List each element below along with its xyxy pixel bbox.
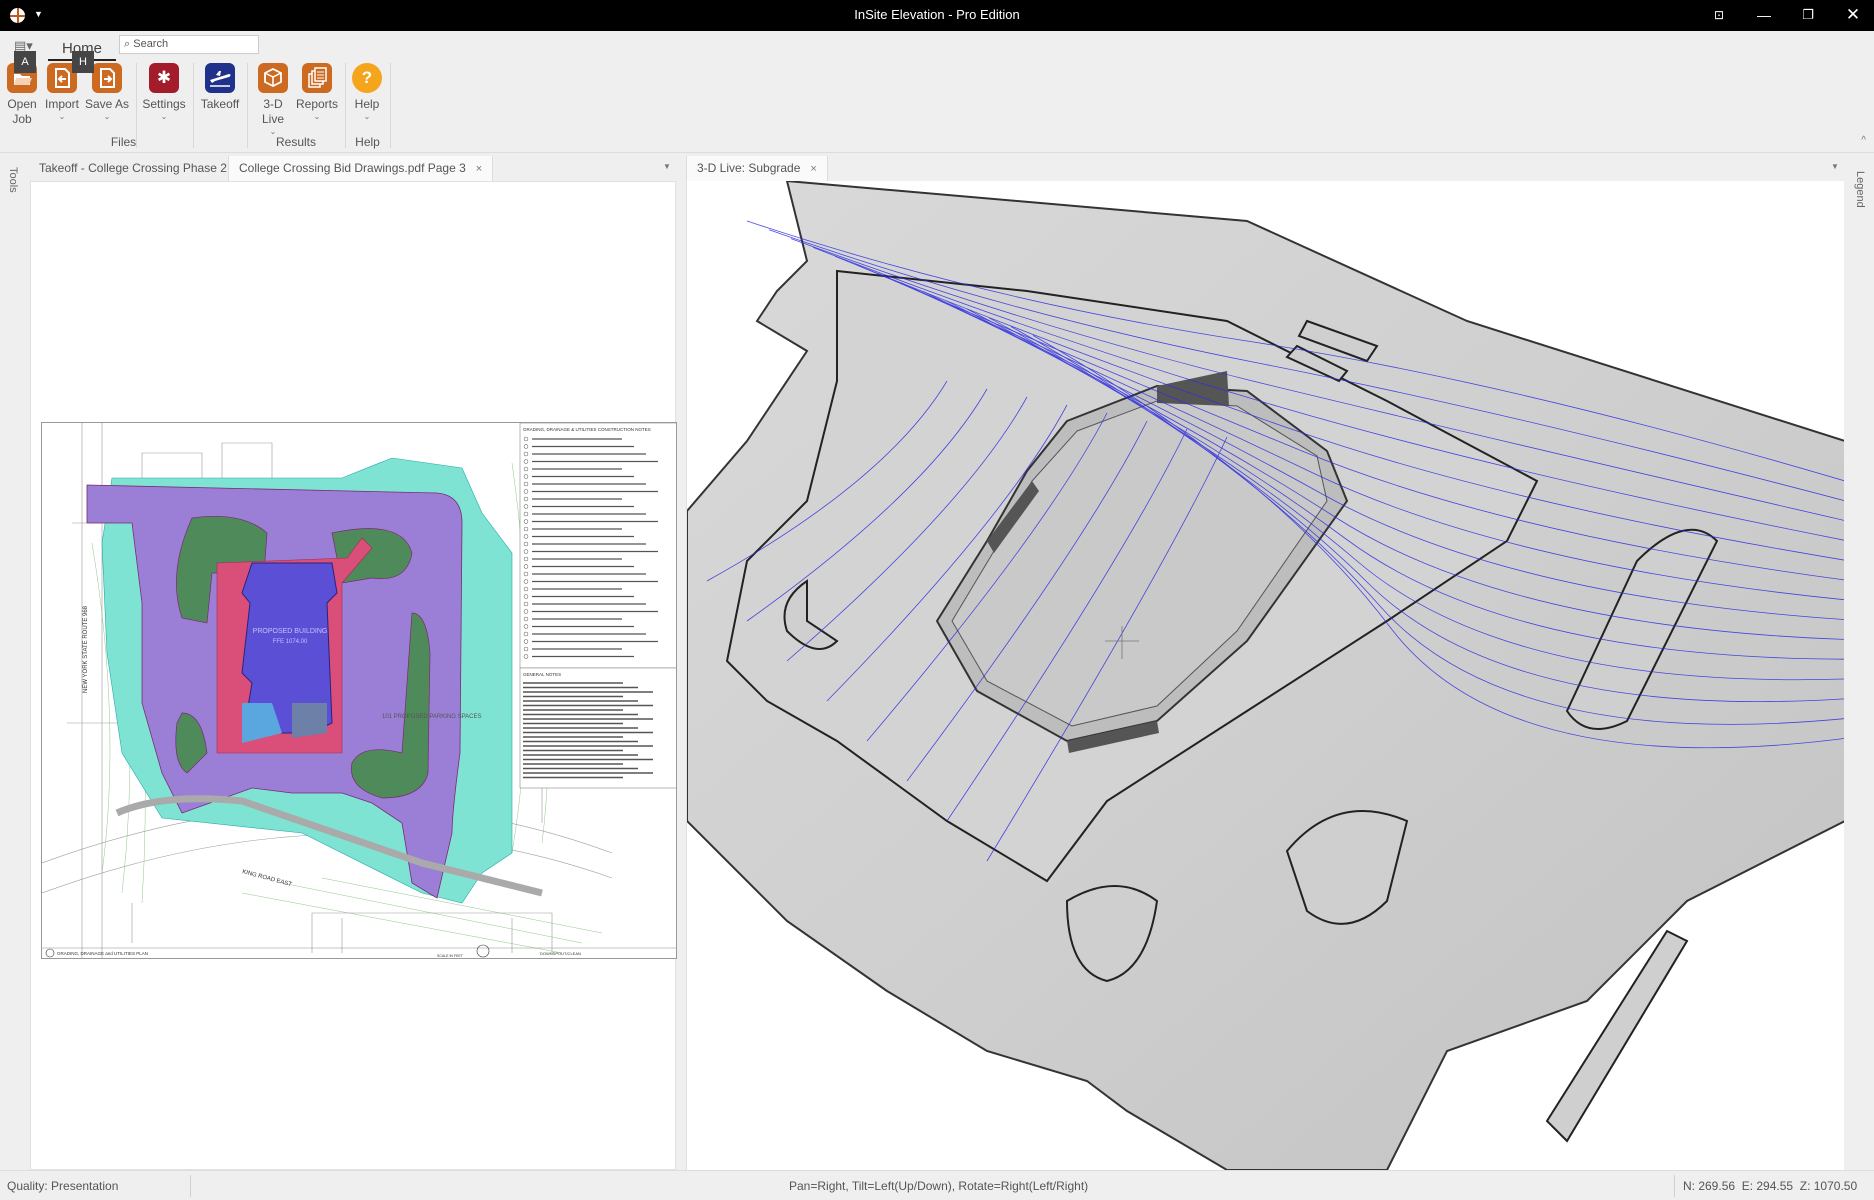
help-label: Help bbox=[354, 97, 380, 111]
3d-viewport[interactable] bbox=[686, 181, 1844, 1170]
document-pane: Takeoff - College Crossing Phase 2 Colle… bbox=[28, 153, 678, 1170]
building-ffe-label: FFE 1074.00 bbox=[273, 639, 308, 645]
quality-status: Quality: Presentation bbox=[7, 1179, 119, 1193]
reports-label: Reports bbox=[295, 97, 339, 111]
group-label-help: Help bbox=[355, 135, 380, 149]
3d-live-label-2: Live bbox=[261, 112, 284, 126]
tools-side-tab[interactable]: Tools bbox=[7, 167, 19, 193]
help-icon: ? bbox=[352, 63, 382, 93]
group-label-files: Files bbox=[110, 135, 137, 149]
parking-label: 101 PROPOSED PARKING SPACES bbox=[382, 714, 481, 720]
route-label: NEW YORK STATE ROUTE 968 bbox=[83, 605, 89, 693]
takeoff-button[interactable]: Takeoff bbox=[195, 63, 245, 112]
3d-live-button[interactable]: 3-D Live ⌄ bbox=[248, 63, 298, 137]
tab-bid-drawings-label: College Crossing Bid Drawings.pdf Page 3 bbox=[239, 161, 466, 175]
3d-view-pane: 3-D Live: Subgrade × ▼ bbox=[684, 153, 1844, 1170]
gear-icon: ✱ bbox=[149, 63, 179, 93]
close-button[interactable]: ✕ bbox=[1838, 4, 1868, 26]
takeoff-label: Takeoff bbox=[200, 97, 240, 111]
close-tab-icon[interactable]: × bbox=[476, 163, 482, 175]
chevron-down-icon: ⌄ bbox=[313, 112, 321, 121]
title-bar: ▼ InSite Elevation - Pro Edition ⊡ — ❐ ✕ bbox=[0, 0, 1874, 31]
ribbon: ▤▾ A Home H ⌕ Search Open Job Import ⌄ S… bbox=[0, 31, 1874, 153]
settings-label: Settings bbox=[142, 97, 186, 111]
open-job-label-2: Job bbox=[12, 112, 32, 126]
tab-3d-live-label: 3-D Live: Subgrade bbox=[697, 161, 801, 175]
detail-label: DOWNSPOUT/CLEAN bbox=[540, 951, 581, 956]
tab-takeoff[interactable]: Takeoff - College Crossing Phase 2 bbox=[29, 156, 237, 181]
pane-menu-dropdown-icon[interactable]: ▼ bbox=[663, 162, 671, 171]
search-icon: ⌕ bbox=[124, 38, 131, 50]
takeoff-plane-icon bbox=[205, 63, 235, 93]
open-job-label-1: Open bbox=[7, 97, 37, 111]
pane-menu-dropdown-icon[interactable]: ▼ bbox=[1831, 162, 1839, 171]
collapse-ribbon-button[interactable]: ^ bbox=[1861, 135, 1866, 146]
3d-live-label-1: 3-D bbox=[263, 97, 283, 111]
3d-tab-bar: 3-D Live: Subgrade × ▼ bbox=[684, 153, 1844, 181]
tab-3d-live-subgrade[interactable]: 3-D Live: Subgrade × bbox=[686, 156, 828, 181]
cube-icon bbox=[258, 63, 288, 93]
pdf-viewer[interactable]: PROPOSED BUILDING FFE 1074.00 101 PROPOS… bbox=[30, 181, 677, 1170]
close-tab-icon[interactable]: × bbox=[810, 163, 816, 175]
status-separator bbox=[1674, 1175, 1675, 1197]
document-tab-bar: Takeoff - College Crossing Phase 2 Colle… bbox=[28, 153, 678, 181]
navigation-hint: Pan=Right, Tilt=Left(Up/Down), Rotate=Ri… bbox=[789, 1179, 1089, 1193]
legend-side-panel: Legend bbox=[1846, 153, 1874, 1170]
cursor-coordinates: N: 269.56 E: 294.55 Z: 1070.50 bbox=[1683, 1179, 1858, 1193]
search-placeholder: Search bbox=[133, 38, 169, 50]
restore-button[interactable]: ❐ bbox=[1793, 4, 1823, 26]
chevron-down-icon: ⌄ bbox=[58, 112, 66, 121]
save-as-label: Save As bbox=[84, 97, 130, 111]
site-plan-drawing: PROPOSED BUILDING FFE 1074.00 101 PROPOS… bbox=[42, 423, 676, 958]
subgrade-3d-model bbox=[687, 181, 1844, 1170]
reports-icon bbox=[302, 63, 332, 93]
ribbon-search-input[interactable]: ⌕ Search bbox=[119, 35, 259, 54]
import-label: Import bbox=[44, 97, 79, 111]
drawing-sheet[interactable]: PROPOSED BUILDING FFE 1074.00 101 PROPOS… bbox=[41, 422, 677, 959]
tab-bid-drawings-pdf[interactable]: College Crossing Bid Drawings.pdf Page 3… bbox=[228, 156, 494, 181]
chevron-down-icon: ⌄ bbox=[103, 112, 111, 121]
help-button[interactable]: ? Help ⌄ bbox=[342, 63, 392, 122]
status-bar: Quality: Presentation Pan=Right, Tilt=Le… bbox=[0, 1170, 1874, 1200]
general-notes-title: GENERAL NOTES bbox=[523, 672, 561, 677]
scale-label: SCALE IN FEET bbox=[437, 954, 464, 958]
keytip-home: H bbox=[72, 51, 94, 73]
group-label-results: Results bbox=[275, 135, 316, 149]
settings-button[interactable]: ✱ Settings ⌄ bbox=[139, 63, 189, 122]
minimize-button[interactable]: — bbox=[1749, 4, 1779, 26]
always-on-top-button[interactable]: ⊡ bbox=[1704, 4, 1734, 26]
window-title: InSite Elevation - Pro Edition bbox=[854, 7, 1020, 22]
keytip-app-menu: A bbox=[14, 51, 36, 73]
construction-notes-title: GRADING, DRAINAGE & UTILITIES CONSTRUCTI… bbox=[523, 427, 651, 432]
legend-side-tab[interactable]: Legend bbox=[1854, 171, 1866, 208]
tab-takeoff-label: Takeoff - College Crossing Phase 2 bbox=[39, 161, 227, 175]
chevron-down-icon: ⌄ bbox=[363, 112, 371, 121]
tools-side-panel: Tools bbox=[0, 153, 28, 1170]
chevron-down-icon: ⌄ bbox=[160, 112, 168, 121]
reports-button[interactable]: Reports ⌄ bbox=[292, 63, 342, 122]
building-label: PROPOSED BUILDING bbox=[253, 628, 328, 635]
status-separator bbox=[190, 1175, 191, 1197]
save-as-icon bbox=[92, 63, 122, 93]
sheet-title: GRADING, DRAINAGE and UTILITIES PLAN bbox=[57, 951, 148, 956]
group-separator bbox=[390, 63, 391, 148]
